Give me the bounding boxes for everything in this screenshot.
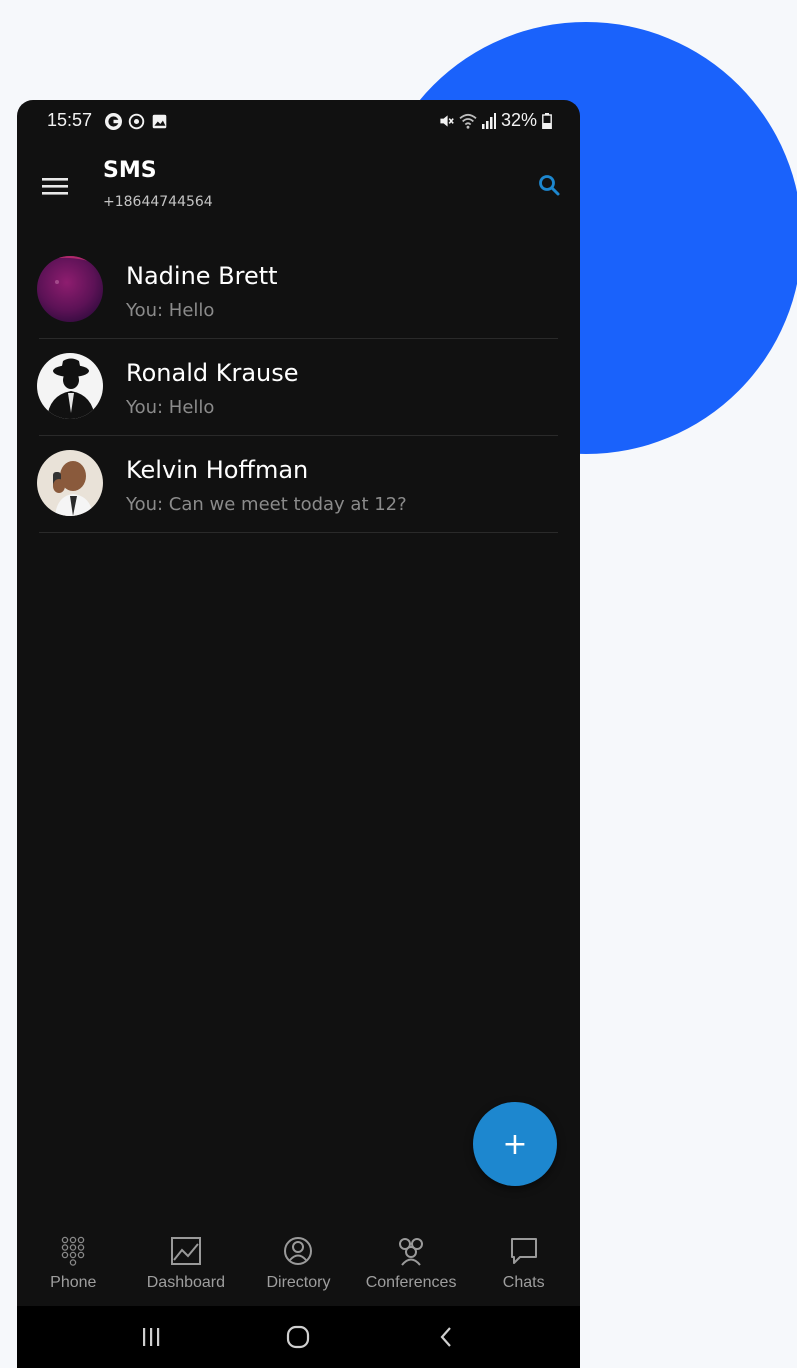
system-navigation-bar — [17, 1306, 580, 1368]
tab-label: Chats — [502, 1274, 545, 1291]
new-message-button[interactable]: + — [473, 1102, 557, 1186]
tab-label: Phone — [50, 1274, 97, 1291]
gallery-icon — [152, 114, 167, 129]
avatar — [37, 353, 103, 419]
contact-icon — [284, 1237, 313, 1265]
sync-icon — [128, 113, 145, 130]
tab-label: Dashboard — [146, 1274, 226, 1291]
contact-name: Ronald Krause — [126, 359, 299, 387]
google-g-icon — [105, 113, 122, 130]
page-title: SMS — [103, 158, 157, 183]
tab-phone[interactable]: Phone — [17, 1228, 130, 1306]
contact-name: Nadine Brett — [126, 262, 278, 290]
home-icon — [287, 1325, 310, 1349]
phone-number: +18644744564 — [103, 194, 213, 210]
divider — [39, 532, 558, 533]
conversation-item[interactable]: Nadine Brett You: Hello — [17, 242, 580, 339]
back-icon — [440, 1327, 451, 1347]
tab-directory[interactable]: Directory — [242, 1228, 355, 1306]
conversation-item[interactable]: Kelvin Hoffman You: Can we meet today at… — [17, 436, 580, 533]
battery-percent: 32% — [500, 110, 537, 130]
conversation-item[interactable]: Ronald Krause You: Hello — [17, 339, 580, 436]
contact-name: Kelvin Hoffman — [126, 456, 309, 484]
search-button[interactable] — [532, 168, 566, 202]
recent-apps-button[interactable] — [121, 1317, 181, 1357]
tab-chats[interactable]: Chats — [467, 1228, 580, 1306]
avatar — [37, 256, 103, 322]
back-button[interactable] — [416, 1317, 476, 1357]
message-preview: You: Hello — [126, 300, 215, 321]
status-right: 32% — [438, 110, 552, 131]
wifi-icon — [459, 113, 477, 129]
tab-dashboard[interactable]: Dashboard — [130, 1228, 243, 1306]
recent-apps-icon — [142, 1328, 160, 1346]
menu-button[interactable] — [35, 166, 75, 206]
app-bar: SMS +18644744564 — [17, 146, 580, 226]
chat-bubble-icon — [510, 1238, 537, 1264]
bottom-navigation: Phone Dashboard Directory Conferences Ch… — [17, 1228, 580, 1306]
phone-screen: 15:57 32% SMS +18644744564 Nadine Brett … — [17, 100, 580, 1368]
status-bar: 15:57 32% — [17, 100, 580, 146]
signal-icon — [481, 112, 496, 129]
chart-icon — [170, 1237, 201, 1265]
hamburger-menu-icon — [42, 178, 68, 195]
avatar — [37, 450, 103, 516]
message-preview: You: Can we meet today at 12? — [126, 494, 407, 515]
tab-conferences[interactable]: Conferences — [355, 1228, 468, 1306]
home-button[interactable] — [268, 1317, 328, 1357]
battery-icon — [542, 112, 552, 129]
message-preview: You: Hello — [126, 397, 215, 418]
notification-icons — [105, 113, 168, 130]
dialpad-icon — [62, 1236, 85, 1266]
search-icon — [539, 175, 560, 196]
tab-label: Conferences — [365, 1274, 457, 1291]
status-time: 15:57 — [47, 110, 93, 130]
group-icon — [399, 1238, 424, 1266]
mute-icon — [440, 114, 454, 127]
conversation-list: Nadine Brett You: Hello Ronald Krause Yo… — [17, 242, 580, 533]
tab-label: Directory — [266, 1274, 331, 1291]
